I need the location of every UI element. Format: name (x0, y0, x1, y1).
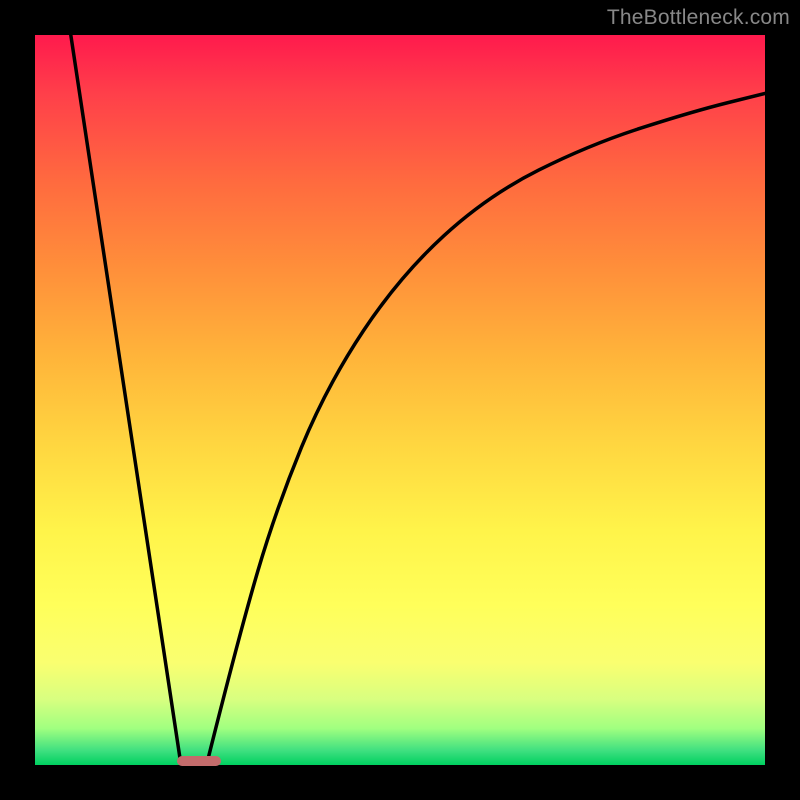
plot-area (35, 35, 765, 765)
chart-frame: TheBottleneck.com (0, 0, 800, 800)
bottleneck-marker (177, 756, 221, 766)
watermark-text: TheBottleneck.com (607, 6, 790, 30)
curve-right (207, 93, 766, 765)
curve-svg (35, 35, 765, 765)
curve-left-leg (71, 35, 181, 765)
